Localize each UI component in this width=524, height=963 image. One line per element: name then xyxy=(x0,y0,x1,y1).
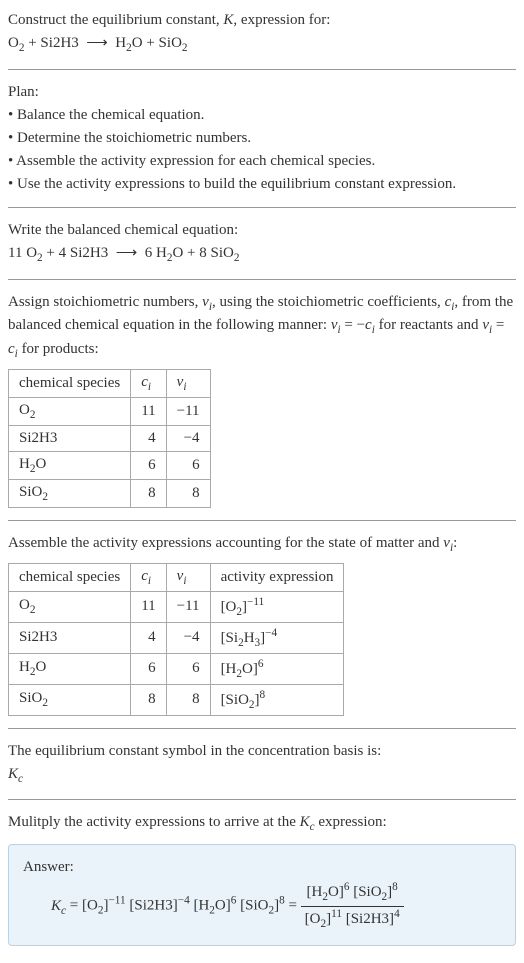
kc-symbol: Kc xyxy=(8,764,516,788)
species-cell: Si2H3 xyxy=(9,622,131,653)
table-header: νi xyxy=(166,563,210,591)
table-header: ci xyxy=(131,563,166,591)
species-cell: SiO2 xyxy=(9,479,131,507)
expr-cell: [SiO2]8 xyxy=(210,684,344,715)
species-cell: H2O xyxy=(9,451,131,479)
c-cell: 11 xyxy=(131,591,166,622)
divider xyxy=(8,69,516,70)
divider xyxy=(8,520,516,521)
c-cell: 8 xyxy=(131,479,166,507)
plan-item: • Balance the chemical equation. xyxy=(8,105,516,126)
table-row: O2 11 −11 xyxy=(9,397,211,425)
activity-text: Assemble the activity expressions accoun… xyxy=(8,533,516,557)
answer-expression: Kc = [O2]−11 [Si2H3]−4 [H2O]6 [SiO2]8 = … xyxy=(51,880,501,933)
multiply-text: Mulitply the activity expressions to arr… xyxy=(8,812,516,836)
v-cell: 8 xyxy=(166,479,210,507)
species-cell: Si2H3 xyxy=(9,425,131,451)
divider xyxy=(8,279,516,280)
intro-line: Construct the equilibrium constant, K, e… xyxy=(8,10,516,31)
v-cell: −11 xyxy=(166,591,210,622)
kc-symbol-text: The equilibrium constant symbol in the c… xyxy=(8,741,516,762)
c-cell: 8 xyxy=(131,684,166,715)
plan-item: • Use the activity expressions to build … xyxy=(8,174,516,195)
table-row: H2O 6 6 [H2O]6 xyxy=(9,653,344,684)
expr-cell: [O2]−11 xyxy=(210,591,344,622)
c-cell: 6 xyxy=(131,451,166,479)
table-row: O2 11 −11 [O2]−11 xyxy=(9,591,344,622)
stoich-table: chemical species ci νi O2 11 −11 Si2H3 4… xyxy=(8,369,211,508)
divider xyxy=(8,207,516,208)
v-cell: 6 xyxy=(166,451,210,479)
v-cell: 8 xyxy=(166,684,210,715)
table-header: activity expression xyxy=(210,563,344,591)
plan-item: • Assemble the activity expression for e… xyxy=(8,151,516,172)
species-cell: O2 xyxy=(9,397,131,425)
stoich-text: Assign stoichiometric numbers, νi, using… xyxy=(8,292,516,363)
c-cell: 11 xyxy=(131,397,166,425)
table-header: νi xyxy=(166,369,210,397)
table-header: chemical species xyxy=(9,369,131,397)
answer-box: Answer: Kc = [O2]−11 [Si2H3]−4 [H2O]6 [S… xyxy=(8,844,516,946)
v-cell: −4 xyxy=(166,425,210,451)
c-cell: 4 xyxy=(131,425,166,451)
activity-table: chemical species ci νi activity expressi… xyxy=(8,563,344,716)
table-header: chemical species xyxy=(9,563,131,591)
answer-label: Answer: xyxy=(23,857,501,878)
balanced-equation: 11 O2 + 4 Si2H3 ⟶ 6 H2O + 8 SiO2 xyxy=(8,243,516,267)
table-header: ci xyxy=(131,369,166,397)
expr-cell: [H2O]6 xyxy=(210,653,344,684)
c-cell: 4 xyxy=(131,622,166,653)
c-cell: 6 xyxy=(131,653,166,684)
table-row: Si2H3 4 −4 [Si2H3]−4 xyxy=(9,622,344,653)
v-cell: 6 xyxy=(166,653,210,684)
intro-equation: O2 + Si2H3 ⟶ H2O + SiO2 xyxy=(8,33,516,57)
divider xyxy=(8,728,516,729)
table-row: H2O 6 6 xyxy=(9,451,211,479)
table-row: SiO2 8 8 xyxy=(9,479,211,507)
species-cell: O2 xyxy=(9,591,131,622)
table-row: Si2H3 4 −4 xyxy=(9,425,211,451)
v-cell: −4 xyxy=(166,622,210,653)
divider xyxy=(8,799,516,800)
expr-cell: [Si2H3]−4 xyxy=(210,622,344,653)
plan-item: • Determine the stoichiometric numbers. xyxy=(8,128,516,149)
balanced-heading: Write the balanced chemical equation: xyxy=(8,220,516,241)
v-cell: −11 xyxy=(166,397,210,425)
plan-heading: Plan: xyxy=(8,82,516,103)
species-cell: SiO2 xyxy=(9,684,131,715)
table-row: SiO2 8 8 [SiO2]8 xyxy=(9,684,344,715)
species-cell: H2O xyxy=(9,653,131,684)
